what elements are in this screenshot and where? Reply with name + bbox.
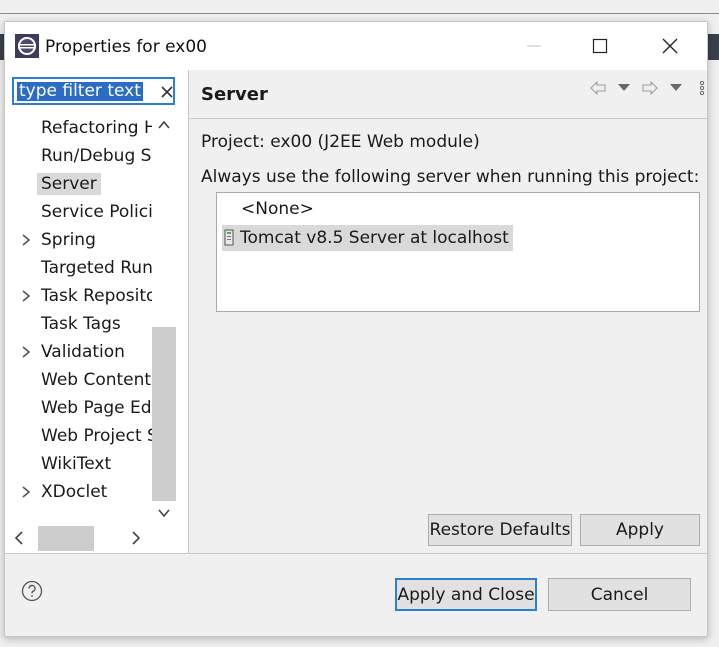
background-divider	[0, 13, 719, 14]
page-navigation	[587, 78, 713, 98]
window-title: Properties for ex00	[45, 37, 207, 57]
tree-item-wikitext[interactable]: WikiText	[5, 450, 152, 478]
chevron-right-icon[interactable]	[19, 230, 33, 250]
server-option-none[interactable]: <None>	[241, 199, 314, 219]
tree-item-refactoring[interactable]: Refactoring H	[5, 114, 152, 142]
tree-item-targeted-run[interactable]: Targeted Run	[5, 254, 152, 282]
title-bar[interactable]: Properties for ex00	[5, 22, 707, 70]
chevron-up-icon[interactable]	[158, 116, 170, 136]
tree-item-task-tags[interactable]: Task Tags	[5, 310, 152, 338]
tree-item-validation[interactable]: Validation	[5, 338, 152, 366]
tree-item-label: Web Content	[41, 370, 152, 390]
category-panel: type filter text Refactoring H Run/Debug…	[5, 70, 188, 553]
close-button[interactable]	[647, 22, 693, 70]
tree-item-xdoclet[interactable]: XDoclet	[5, 478, 152, 506]
scrollbar-thumb[interactable]	[152, 327, 176, 501]
tree-item-label: Task Reposito	[41, 286, 152, 306]
tree-item-label: Web Project S	[41, 426, 152, 446]
server-instruction-label: Always use the following server when run…	[201, 167, 700, 187]
maximize-icon	[592, 38, 608, 54]
forward-menu-dropdown-icon[interactable]	[665, 78, 687, 98]
filter-text[interactable]: type filter text	[17, 82, 143, 101]
scrollbar-thumb[interactable]	[38, 526, 94, 551]
apply-and-close-button[interactable]: Apply and Close	[395, 578, 537, 611]
tree-item-label: WikiText	[41, 454, 112, 474]
back-menu-dropdown-icon[interactable]	[613, 78, 635, 98]
tree-horizontal-scrollbar[interactable]	[5, 526, 152, 551]
tree-item-run-debug[interactable]: Run/Debug Se	[5, 142, 152, 170]
help-icon[interactable]	[21, 580, 43, 602]
minimize-button[interactable]	[511, 22, 557, 70]
tree-item-label: Web Page Ed	[41, 398, 152, 418]
chevron-down-icon[interactable]	[158, 504, 170, 524]
tree-item-service-policies[interactable]: Service Policie	[5, 198, 152, 226]
tree-item-label: Task Tags	[41, 314, 121, 334]
close-icon	[662, 38, 678, 54]
minimize-icon	[527, 45, 541, 47]
tree-item-label: Run/Debug Se	[41, 146, 152, 166]
tree-item-spring[interactable]: Spring	[5, 226, 152, 254]
property-page: Server Project: ex00 (J2EE Web module) A…	[189, 70, 707, 553]
filter-input[interactable]: type filter text	[12, 77, 175, 105]
project-label: Project: ex00 (J2EE Web module)	[201, 132, 480, 152]
tree-item-web-content[interactable]: Web Content	[5, 366, 152, 394]
properties-dialog: Properties for ex00 type filter text Ref…	[4, 21, 708, 637]
chevron-right-icon[interactable]	[130, 529, 142, 552]
chevron-left-icon[interactable]	[13, 529, 25, 552]
category-tree: Refactoring H Run/Debug Se Server Servic…	[5, 114, 152, 524]
tree-item-server[interactable]: Server	[5, 170, 152, 198]
tree-vertical-scrollbar[interactable]	[152, 114, 176, 526]
chevron-right-icon[interactable]	[19, 342, 33, 362]
tree-item-label: Refactoring H	[41, 118, 152, 138]
chevron-right-icon[interactable]	[19, 482, 33, 502]
server-option-label: Tomcat v8.5 Server at localhost	[240, 228, 509, 248]
clear-filter-icon[interactable]	[159, 81, 177, 103]
tree-item-label: XDoclet	[41, 482, 108, 502]
tree-item-label: Spring	[41, 230, 96, 250]
server-option-tomcat[interactable]: Tomcat v8.5 Server at localhost	[222, 225, 513, 251]
tree-item-label: Service Policie	[41, 202, 152, 222]
cancel-button[interactable]: Cancel	[548, 578, 691, 611]
view-menu-icon[interactable]	[691, 78, 713, 98]
footer-divider	[5, 553, 707, 554]
eclipse-app-icon	[15, 34, 39, 58]
tree-item-web-project-settings[interactable]: Web Project S	[5, 422, 152, 450]
server-icon	[224, 229, 234, 246]
apply-button[interactable]: Apply	[580, 514, 700, 546]
tree-item-label: Validation	[41, 342, 125, 362]
chevron-right-icon[interactable]	[19, 286, 33, 306]
tree-item-task-repository[interactable]: Task Reposito	[5, 282, 152, 310]
restore-defaults-button[interactable]: Restore Defaults	[428, 514, 572, 546]
tree-item-label: Server	[37, 173, 101, 195]
maximize-button[interactable]	[577, 22, 623, 70]
page-header: Server	[189, 70, 707, 119]
forward-arrow-icon[interactable]	[639, 78, 661, 98]
server-list[interactable]: <None> Tomcat v8.5 Server at localhost	[216, 192, 700, 312]
back-arrow-icon[interactable]	[587, 78, 609, 98]
page-title: Server	[201, 84, 268, 105]
tree-item-label: Targeted Run	[41, 258, 152, 278]
tree-item-web-page-editor[interactable]: Web Page Ed	[5, 394, 152, 422]
